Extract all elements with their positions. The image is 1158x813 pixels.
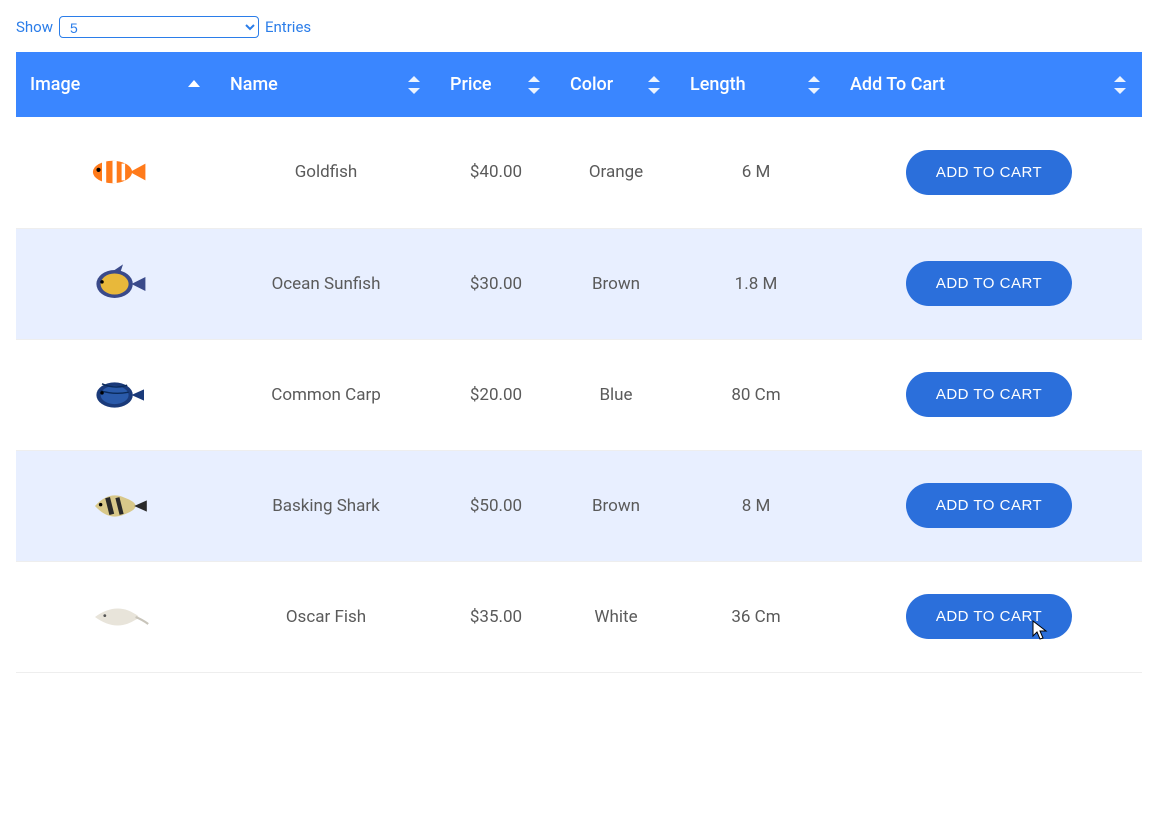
add-to-cart-button[interactable]: ADD TO CART bbox=[906, 261, 1072, 306]
col-name[interactable]: Name bbox=[216, 52, 436, 117]
cell-cart: ADD TO CART bbox=[836, 228, 1142, 339]
add-to-cart-button[interactable]: ADD TO CART bbox=[906, 483, 1072, 528]
sort-icon bbox=[528, 76, 540, 94]
cell-name: Basking Shark bbox=[216, 450, 436, 561]
cell-price: $30.00 bbox=[436, 228, 556, 339]
sort-icon bbox=[1114, 76, 1126, 94]
fish-image bbox=[81, 259, 151, 309]
table-row: Oscar Fish$35.00White36 Cm ADD TO CART bbox=[16, 561, 1142, 672]
col-price[interactable]: Price bbox=[436, 52, 556, 117]
cell-color: Blue bbox=[556, 339, 676, 450]
cell-image bbox=[16, 450, 216, 561]
sort-icon bbox=[648, 76, 660, 94]
cell-cart: ADD TO CART bbox=[836, 450, 1142, 561]
cell-name: Goldfish bbox=[216, 117, 436, 228]
fish-image bbox=[81, 481, 151, 531]
sort-asc-icon bbox=[188, 76, 200, 94]
cell-length: 80 Cm bbox=[676, 339, 836, 450]
fish-image bbox=[81, 147, 151, 197]
cell-image bbox=[16, 339, 216, 450]
col-color[interactable]: Color bbox=[556, 52, 676, 117]
table-row: Goldfish$40.00Orange6 M ADD TO CART bbox=[16, 117, 1142, 228]
table-row: Common Carp$20.00Blue80 Cm ADD TO CART bbox=[16, 339, 1142, 450]
cell-color: Brown bbox=[556, 450, 676, 561]
cell-length: 8 M bbox=[676, 450, 836, 561]
cell-image bbox=[16, 561, 216, 672]
sort-icon bbox=[408, 76, 420, 94]
show-label: Show bbox=[16, 18, 53, 36]
cell-cart: ADD TO CART bbox=[836, 561, 1142, 672]
cell-length: 1.8 M bbox=[676, 228, 836, 339]
cell-image bbox=[16, 117, 216, 228]
add-to-cart-button[interactable]: ADD TO CART bbox=[906, 594, 1072, 639]
cell-length: 6 M bbox=[676, 117, 836, 228]
cell-name: Common Carp bbox=[216, 339, 436, 450]
entries-control: Show 5 Entries bbox=[16, 16, 1142, 38]
entries-select[interactable]: 5 bbox=[59, 16, 259, 38]
cell-color: Orange bbox=[556, 117, 676, 228]
cell-image bbox=[16, 228, 216, 339]
cell-cart: ADD TO CART bbox=[836, 117, 1142, 228]
add-to-cart-button[interactable]: ADD TO CART bbox=[906, 372, 1072, 417]
add-to-cart-button[interactable]: ADD TO CART bbox=[906, 150, 1072, 195]
cell-cart: ADD TO CART bbox=[836, 339, 1142, 450]
col-length[interactable]: Length bbox=[676, 52, 836, 117]
table-row: Basking Shark$50.00Brown8 M ADD TO CART bbox=[16, 450, 1142, 561]
col-image[interactable]: Image bbox=[16, 52, 216, 117]
cell-price: $20.00 bbox=[436, 339, 556, 450]
sort-icon bbox=[808, 76, 820, 94]
fish-image bbox=[81, 592, 151, 642]
cell-price: $50.00 bbox=[436, 450, 556, 561]
cell-name: Oscar Fish bbox=[216, 561, 436, 672]
table-row: Ocean Sunfish$30.00Brown1.8 M ADD TO CART bbox=[16, 228, 1142, 339]
fish-image bbox=[81, 370, 151, 420]
cell-price: $40.00 bbox=[436, 117, 556, 228]
col-cart[interactable]: Add To Cart bbox=[836, 52, 1142, 117]
cell-color: Brown bbox=[556, 228, 676, 339]
cell-color: White bbox=[556, 561, 676, 672]
entries-label: Entries bbox=[265, 18, 311, 36]
product-table: Image Name Price Color Length Add To Car… bbox=[16, 52, 1142, 673]
cell-price: $35.00 bbox=[436, 561, 556, 672]
cell-length: 36 Cm bbox=[676, 561, 836, 672]
cell-name: Ocean Sunfish bbox=[216, 228, 436, 339]
